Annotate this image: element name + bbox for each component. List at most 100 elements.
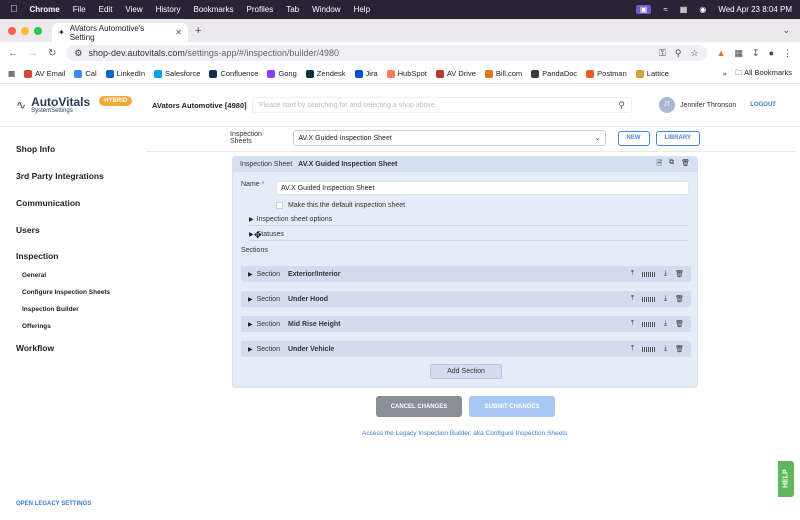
caret-right-icon[interactable]: ▶: [248, 296, 253, 303]
sidebar-item-integrations[interactable]: 3rd Party Integrations: [16, 171, 104, 181]
menu-file[interactable]: File: [73, 5, 86, 14]
download-icon[interactable]: ↧: [752, 48, 760, 59]
trash-icon[interactable]: 🗑: [675, 320, 684, 328]
close-tab-icon[interactable]: ✕: [175, 28, 182, 37]
bookmark-postman[interactable]: Postman: [586, 69, 627, 78]
wifi-icon[interactable]: ≈: [663, 5, 667, 14]
drag-handle-icon[interactable]: [642, 271, 656, 277]
bookmark-cal[interactable]: Cal: [74, 69, 97, 78]
tab-search-chevron-icon[interactable]: ⌄: [782, 25, 790, 36]
bookmark-av-drive[interactable]: AV Drive: [435, 69, 476, 78]
all-bookmarks[interactable]: 🗀 All Bookmarks: [735, 67, 792, 80]
move-top-icon[interactable]: ⤒: [631, 320, 634, 328]
bookmark-star-icon[interactable]: ☆: [691, 48, 699, 59]
password-key-icon[interactable]: ⚿: [659, 48, 666, 59]
sidebar-sub-offerings[interactable]: Offerings: [22, 323, 51, 330]
menu-tab[interactable]: Tab: [286, 5, 299, 14]
zoom-icon[interactable]: ⚲: [675, 48, 682, 59]
menu-view[interactable]: View: [125, 5, 142, 14]
new-tab-icon[interactable]: +: [195, 25, 201, 37]
bookmark-av-email[interactable]: AV Email: [24, 69, 65, 78]
extension-orange-icon[interactable]: ▲: [717, 48, 726, 59]
move-top-icon[interactable]: ⤒: [631, 295, 634, 303]
shop-search-input[interactable]: Please start by searching for and select…: [252, 97, 632, 113]
move-bottom-icon[interactable]: ⤓: [664, 295, 667, 303]
trash-icon[interactable]: 🗑: [681, 159, 690, 170]
close-window-icon[interactable]: [8, 27, 16, 35]
menu-profiles[interactable]: Profiles: [247, 5, 274, 14]
move-top-icon[interactable]: ⤒: [631, 345, 634, 353]
user-menu[interactable]: JT Jennifer Thronson: [659, 97, 736, 113]
sidebar-item-inspection[interactable]: Inspection: [16, 251, 59, 261]
sheet-options-expander[interactable]: ▶ Inspection sheet options: [249, 216, 689, 226]
legacy-builder-link[interactable]: Access the Legacy Inspection Builder, ak…: [362, 430, 567, 437]
sidebar-item-communication[interactable]: Communication: [16, 198, 80, 208]
sidebar-item-shop-info[interactable]: Shop Info: [16, 144, 55, 154]
zoom-window-icon[interactable]: [34, 27, 42, 35]
library-button[interactable]: LIBRARY: [655, 130, 700, 146]
bookmark-lattice[interactable]: Lattice: [635, 69, 669, 78]
menu-edit[interactable]: Edit: [99, 5, 113, 14]
address-bar[interactable]: ⚙ shop-dev.autovitals.com/settings-app/#…: [66, 45, 707, 61]
section-row[interactable]: ▶ Section Mid Rise Height ⤒ ⤓ 🗑: [241, 316, 691, 332]
sidebar-item-users[interactable]: Users: [16, 225, 40, 235]
bookmark-confluence[interactable]: Confluence: [209, 69, 258, 78]
drag-handle-icon[interactable]: [642, 296, 656, 302]
default-sheet-checkbox-row[interactable]: Make this the default inspection sheet: [276, 202, 405, 209]
drag-handle-icon[interactable]: [642, 346, 656, 352]
profile-avatar-icon[interactable]: ●: [769, 48, 774, 59]
reload-icon[interactable]: ↻: [48, 48, 56, 59]
sidebar-sub-configure-sheets[interactable]: Configure Inspection Sheets: [22, 289, 110, 296]
menu-help[interactable]: Help: [354, 5, 370, 14]
sidebar-sub-general[interactable]: General: [22, 272, 46, 279]
statuses-expander[interactable]: ▶ Statuses: [249, 231, 689, 241]
default-sheet-checkbox[interactable]: [276, 202, 283, 209]
copy-icon[interactable]: ⧉: [669, 159, 674, 170]
sidebar-sub-inspection-builder[interactable]: Inspection Builder: [22, 306, 79, 313]
trash-icon[interactable]: 🗑: [675, 295, 684, 303]
cancel-changes-button[interactable]: CANCEL CHANGES: [376, 396, 462, 417]
section-row[interactable]: ▶ Section Exterior/Interior ⤒ ⤓ 🗑: [241, 266, 691, 282]
browser-tab[interactable]: ✦ AVators Automotive's Setting ✕: [52, 23, 188, 42]
menu-bookmarks[interactable]: Bookmarks: [194, 5, 234, 14]
minimize-window-icon[interactable]: [21, 27, 29, 35]
inspection-sheet-select[interactable]: AV.X Guided Inspection Sheet ⌄: [293, 130, 606, 146]
menu-window[interactable]: Window: [312, 5, 340, 14]
caret-right-icon[interactable]: ▶: [248, 346, 253, 353]
autovitals-logo[interactable]: ∿ AutoVitals SystemSettings HYBRID: [0, 96, 140, 114]
trash-icon[interactable]: 🗑: [675, 270, 684, 278]
apps-grid-icon[interactable]: ▦: [8, 69, 15, 78]
more-bookmarks-icon[interactable]: »: [723, 69, 727, 78]
bookmark-bill[interactable]: Bill.com: [484, 69, 522, 78]
more-menu-icon[interactable]: ⋮: [783, 48, 792, 59]
bookmark-jira[interactable]: Jira: [354, 69, 378, 78]
bookmark-salesforce[interactable]: Salesforce: [154, 69, 200, 78]
new-button[interactable]: NEW: [617, 130, 650, 146]
extensions-puzzle-icon[interactable]: ▦: [735, 48, 744, 59]
bookmark-hubspot[interactable]: HubSpot: [386, 69, 427, 78]
help-tab[interactable]: HELP: [778, 461, 794, 497]
bookmark-linkedin[interactable]: LinkedIn: [105, 69, 145, 78]
screen-record-icon[interactable]: ▣: [635, 5, 652, 14]
forward-icon[interactable]: →: [28, 48, 38, 59]
control-center-icon[interactable]: ▦: [680, 5, 688, 14]
sidebar-item-workflow[interactable]: Workflow: [16, 343, 54, 353]
caret-right-icon[interactable]: ▶: [248, 321, 253, 328]
section-row[interactable]: ▶ Section Under Hood ⤒ ⤓ 🗑: [241, 291, 691, 307]
drag-handle-icon[interactable]: [642, 321, 656, 327]
document-icon[interactable]: 🗎: [656, 159, 662, 170]
menu-app[interactable]: Chrome: [30, 5, 60, 14]
trash-icon[interactable]: 🗑: [675, 345, 684, 353]
logout-link[interactable]: LOGOUT: [750, 102, 776, 108]
move-bottom-icon[interactable]: ⤓: [664, 320, 667, 328]
bookmark-zendesk[interactable]: Zendesk: [305, 69, 346, 78]
site-info-icon[interactable]: ⚙: [74, 48, 82, 59]
section-row[interactable]: ▶ Section Under Vehicle ⤒ ⤓ 🗑: [241, 341, 691, 357]
bookmark-gong[interactable]: Gong: [267, 69, 297, 78]
bookmark-pandadoc[interactable]: PandaDoc: [531, 69, 577, 78]
move-top-icon[interactable]: ⤒: [631, 270, 634, 278]
name-input[interactable]: AV.X Guided Inspection Sheet: [276, 181, 689, 195]
move-bottom-icon[interactable]: ⤓: [664, 345, 667, 353]
caret-right-icon[interactable]: ▶: [248, 271, 253, 278]
move-bottom-icon[interactable]: ⤓: [664, 270, 667, 278]
